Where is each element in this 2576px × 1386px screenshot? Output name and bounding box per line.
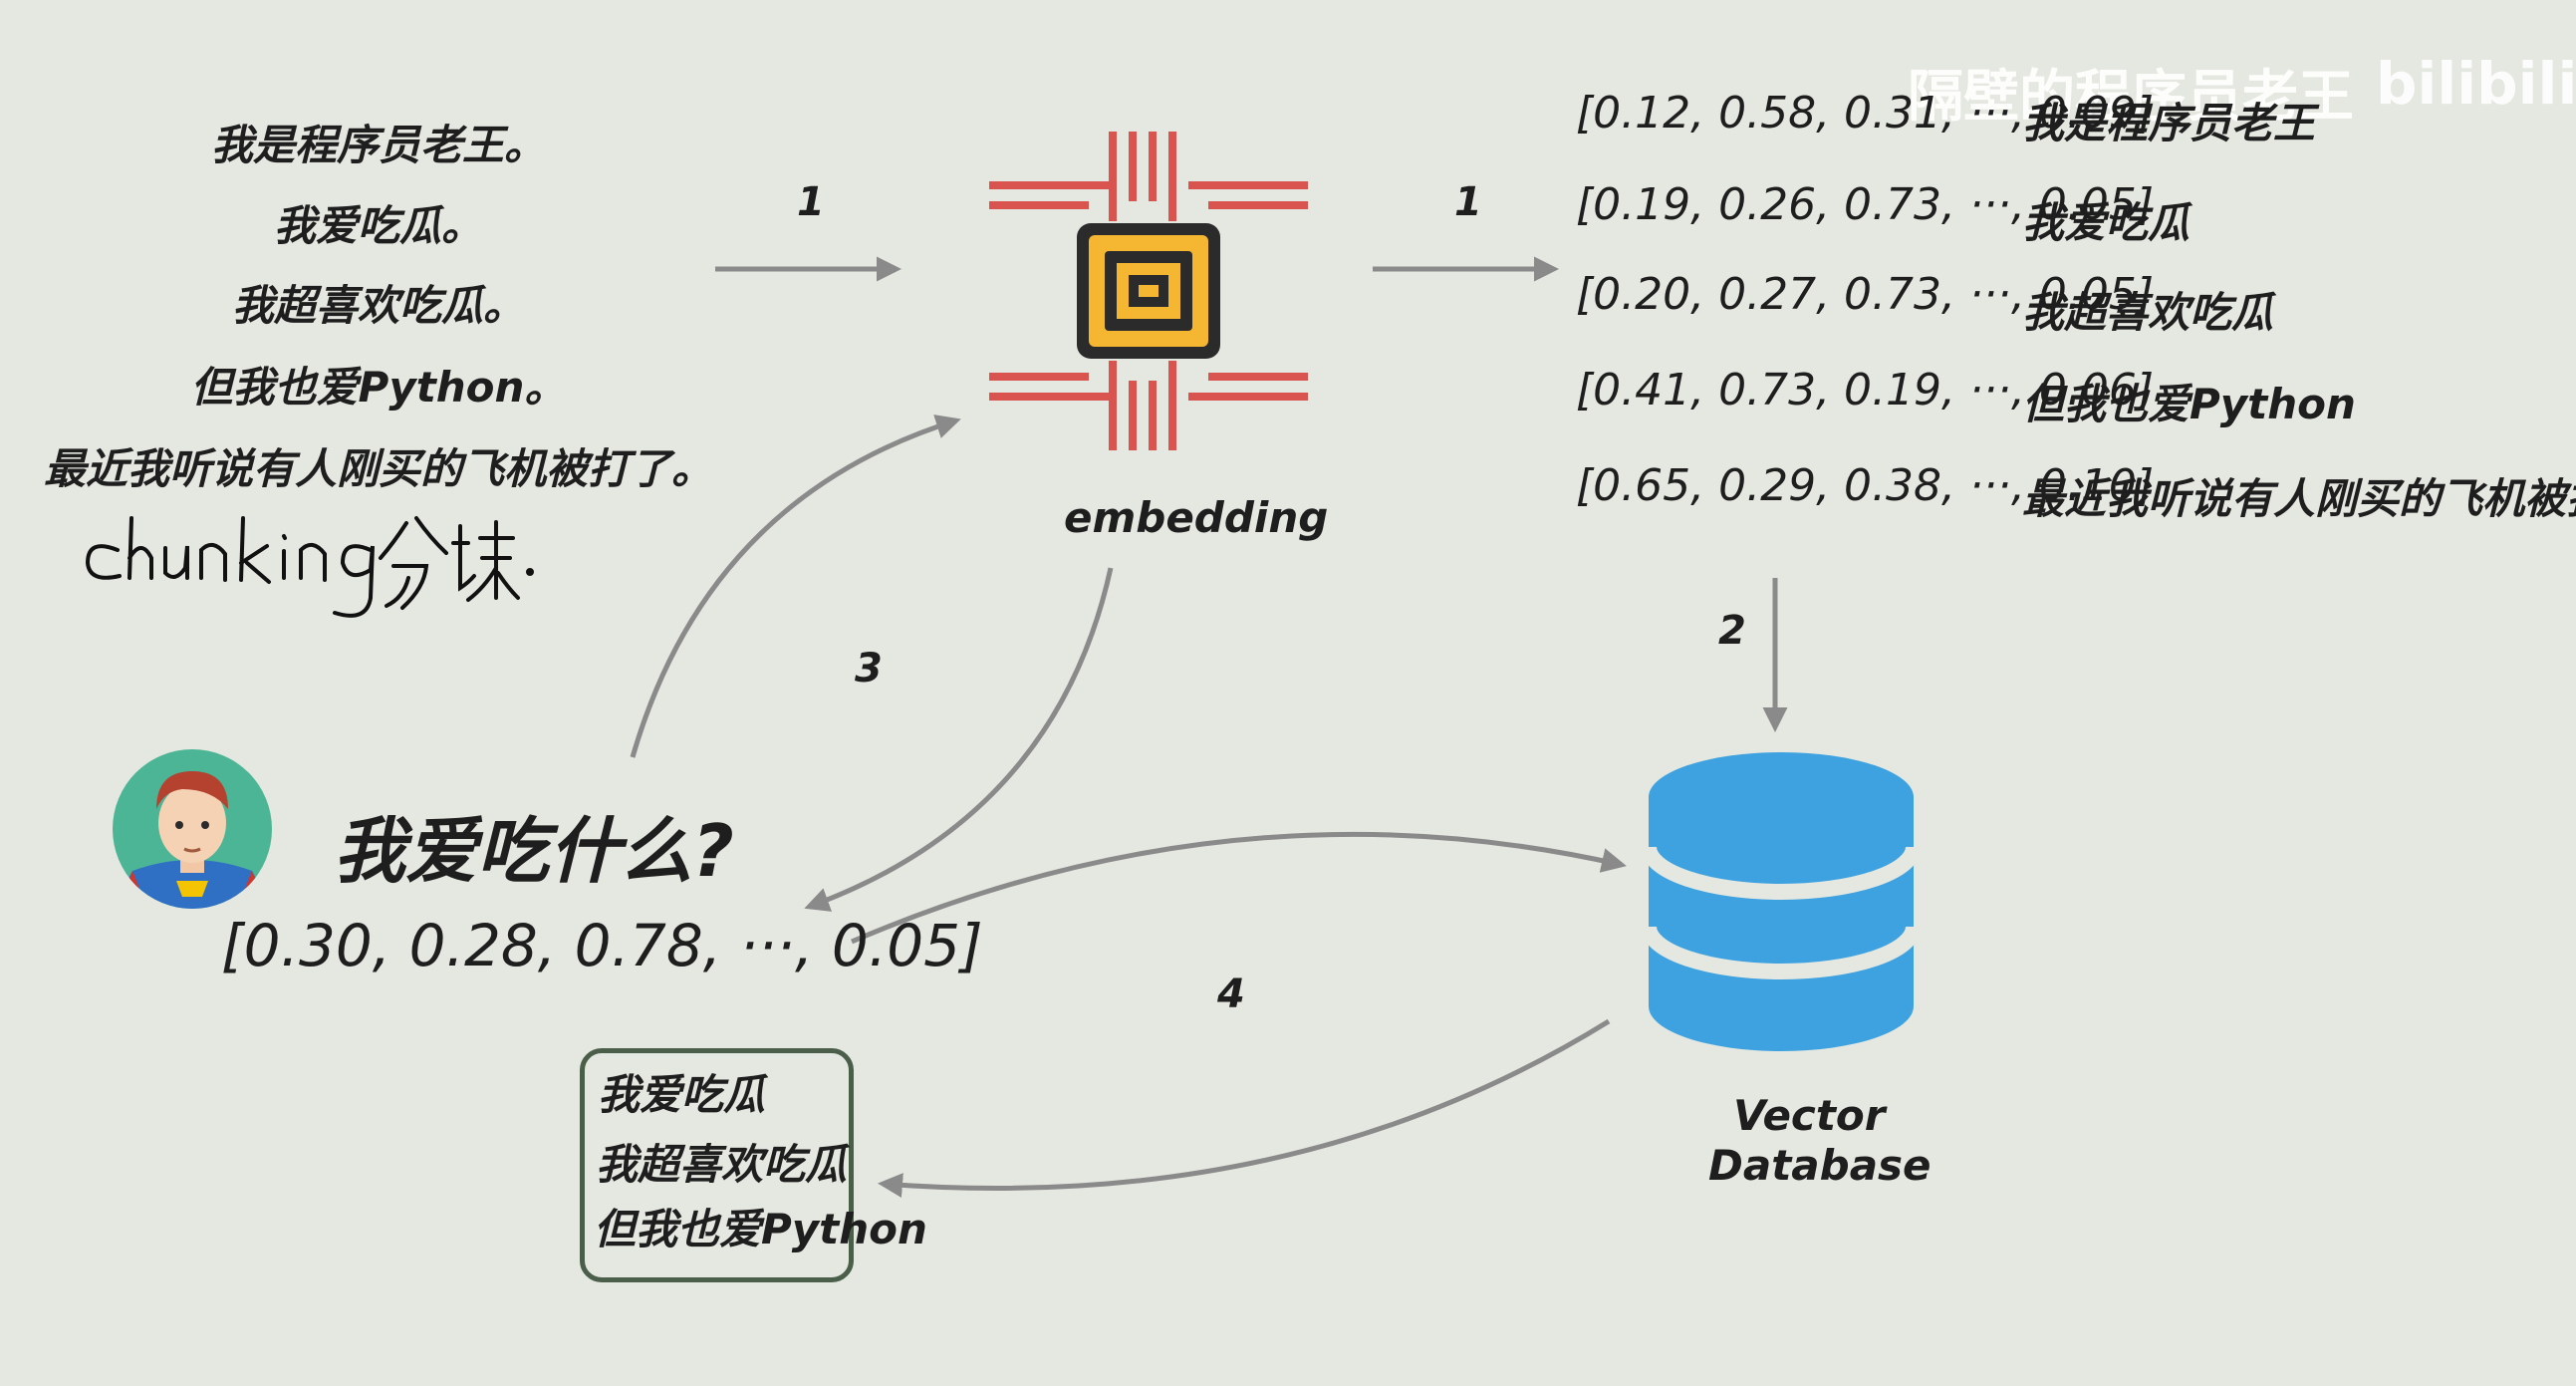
query-vector: [0.30, 0.28, 0.78, ···, 0.05] bbox=[221, 912, 983, 979]
vector-text: 最近我听说有人刚买的飞机被打了 bbox=[2022, 474, 2576, 523]
watermark-logo: bilibili bbox=[2376, 50, 2576, 118]
vector-text: 我是程序员老王 bbox=[2022, 99, 2316, 147]
step-label-3: 3 bbox=[855, 646, 883, 692]
handwriting-chunking-fenkuai bbox=[85, 516, 534, 618]
database-icon bbox=[1641, 752, 1922, 1051]
chunk-text: 我爱吃瓜。 bbox=[273, 201, 483, 250]
embedding-label: embedding bbox=[1064, 493, 1329, 542]
result-item: 我爱吃瓜 bbox=[598, 1070, 766, 1119]
chunk-text: 我超喜欢吃瓜。 bbox=[231, 281, 525, 330]
vector-text: 但我也爱Python bbox=[2022, 380, 2356, 428]
chunk-text: 我是程序员老王。 bbox=[210, 121, 546, 169]
database-label-line2: Database bbox=[1708, 1141, 1932, 1190]
step-label-4: 4 bbox=[1217, 971, 1245, 1017]
chunk-text: 最近我听说有人刚买的飞机被打了。 bbox=[43, 444, 713, 493]
result-item: 我超喜欢吃瓜 bbox=[596, 1140, 848, 1189]
result-item: 但我也爱Python bbox=[594, 1205, 927, 1253]
arrow-embedding-to-query-vector bbox=[804, 567, 1114, 912]
vector-text: 我爱吃瓜 bbox=[2022, 198, 2190, 247]
vector-text: 我超喜欢吃瓜 bbox=[2022, 288, 2274, 337]
chunk-text: 但我也爱Python。 bbox=[190, 363, 567, 412]
superman-avatar-icon bbox=[113, 749, 272, 909]
database-label-line1: Vector bbox=[1733, 1091, 1886, 1140]
query-text: 我爱吃什么? bbox=[334, 809, 734, 893]
chip-icon bbox=[989, 132, 1308, 450]
step-label-1-right: 1 bbox=[1454, 179, 1482, 225]
arrow-database-to-results bbox=[878, 1018, 1611, 1198]
step-label-1-left: 1 bbox=[797, 179, 825, 225]
step-label-2: 2 bbox=[1718, 608, 1746, 654]
